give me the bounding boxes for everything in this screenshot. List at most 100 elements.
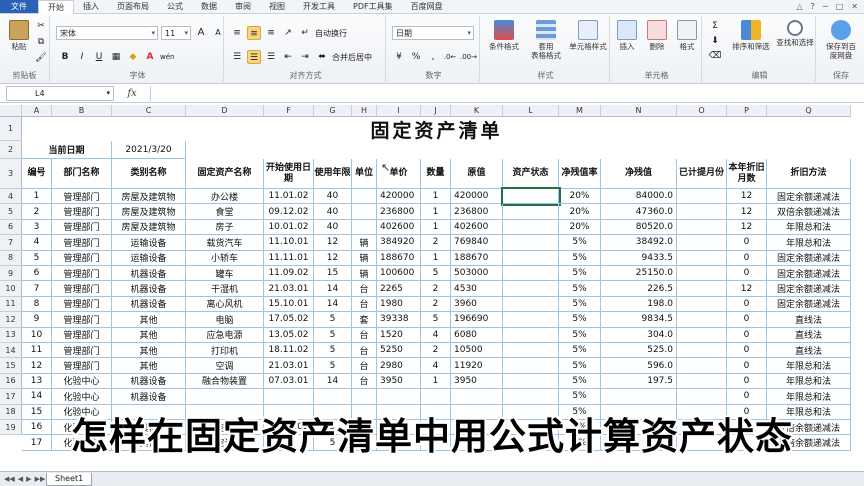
column-header[interactable]: F <box>264 105 314 117</box>
column-header[interactable]: D <box>186 105 264 117</box>
table-cell[interactable] <box>451 389 503 405</box>
table-cell[interactable] <box>503 373 559 390</box>
table-cell[interactable]: 11.11.01 <box>264 250 314 266</box>
table-cell[interactable] <box>503 296 559 313</box>
table-cell[interactable]: 2 <box>421 296 451 313</box>
fill-icon[interactable]: ⬇ <box>708 34 722 48</box>
table-cell[interactable]: 管理部门 <box>52 296 112 313</box>
table-cell[interactable]: 3960 <box>451 296 503 313</box>
table-cell[interactable]: 0 <box>727 358 767 374</box>
clear-icon[interactable]: ⌫ <box>708 49 722 63</box>
tab-6[interactable]: 审阅 <box>226 0 260 13</box>
table-cell[interactable]: 其他 <box>112 312 186 328</box>
table-cell[interactable] <box>677 343 727 359</box>
table-cell[interactable]: 20% <box>559 204 601 220</box>
decrease-indent-icon[interactable]: ⇤ <box>281 50 295 64</box>
table-cell[interactable]: 直线法 <box>767 327 851 343</box>
align-bottom-icon[interactable]: ≡ <box>264 26 278 40</box>
table-cell[interactable]: 12 <box>727 189 767 205</box>
table-cell[interactable]: 空调 <box>186 358 264 374</box>
table-cell[interactable] <box>677 296 727 313</box>
table-cell[interactable]: 管理部门 <box>52 235 112 251</box>
table-cell[interactable]: 5 <box>421 266 451 282</box>
table-cell[interactable] <box>186 389 264 405</box>
table-cell[interactable] <box>503 312 559 328</box>
table-cell[interactable]: 39338 <box>377 312 421 328</box>
window-control-1[interactable]: ? <box>811 2 815 11</box>
row-header[interactable]: 17 <box>0 389 22 405</box>
tab-3[interactable]: 页面布局 <box>108 0 158 13</box>
table-cell[interactable]: 其他 <box>112 358 186 374</box>
select-all-corner[interactable] <box>0 105 22 117</box>
table-cell[interactable] <box>677 219 727 236</box>
table-cell[interactable]: 机器设备 <box>112 266 186 282</box>
table-cell[interactable]: 420000 <box>377 189 421 205</box>
table-cell[interactable] <box>377 389 421 405</box>
table-cell[interactable]: 12 <box>727 281 767 297</box>
table-cell[interactable]: 5 <box>314 327 352 343</box>
table-header-cell[interactable]: 部门名称 <box>52 159 112 189</box>
row-header[interactable]: 15 <box>0 358 22 374</box>
column-header[interactable]: O <box>677 105 727 117</box>
table-cell[interactable]: 8 <box>22 296 52 313</box>
table-cell[interactable] <box>677 189 727 205</box>
table-header-cell[interactable]: 开始使用日期 <box>264 159 314 189</box>
table-cell[interactable]: 0 <box>727 373 767 390</box>
table-cell[interactable] <box>677 235 727 251</box>
table-cell[interactable]: 电脑 <box>186 312 264 328</box>
row-header[interactable]: 10 <box>0 281 22 297</box>
grow-font-button[interactable]: A <box>194 26 208 40</box>
phonetic-button[interactable]: wén <box>160 50 174 64</box>
cut-icon[interactable]: ✂ <box>34 19 48 33</box>
table-cell[interactable] <box>314 389 352 405</box>
table-cell[interactable]: 9834.5 <box>601 312 677 328</box>
column-header[interactable]: P <box>727 105 767 117</box>
column-header[interactable]: Q <box>767 105 851 117</box>
table-cell[interactable]: 14 <box>314 281 352 297</box>
tab-9[interactable]: PDF工具集 <box>344 0 402 13</box>
table-header-cell[interactable]: 折旧方法 <box>767 159 851 189</box>
table-header-cell[interactable]: 使用年限 <box>314 159 352 189</box>
cell-styles-button[interactable]: 单元格样式 <box>568 18 608 64</box>
table-cell[interactable]: 10.01.02 <box>264 219 314 236</box>
table-cell[interactable]: 402600 <box>451 219 503 236</box>
row-header[interactable]: 6 <box>0 219 22 236</box>
table-cell[interactable]: 固定余额递减法 <box>767 296 851 313</box>
table-cell[interactable]: 4 <box>421 327 451 343</box>
table-cell[interactable] <box>677 358 727 374</box>
table-cell[interactable]: 596.0 <box>601 358 677 374</box>
table-header-cell[interactable]: 净残值 <box>601 159 677 189</box>
table-cell[interactable]: 0 <box>727 250 767 266</box>
table-cell[interactable]: 管理部门 <box>52 204 112 220</box>
table-cell[interactable] <box>264 389 314 405</box>
table-cell[interactable]: 打印机 <box>186 343 264 359</box>
merge-center-icon[interactable]: ⬌ <box>315 50 329 64</box>
table-cell[interactable]: 5250 <box>377 343 421 359</box>
table-cell[interactable]: 机器设备 <box>112 373 186 390</box>
table-cell[interactable]: 5 <box>22 250 52 266</box>
table-cell[interactable]: 197.5 <box>601 373 677 390</box>
table-cell[interactable]: 4530 <box>451 281 503 297</box>
table-cell[interactable]: 应急电源 <box>186 327 264 343</box>
table-cell[interactable]: 1 <box>22 189 52 205</box>
align-center-icon[interactable]: ☰ <box>247 50 261 64</box>
table-cell[interactable]: 固定余额递减法 <box>767 266 851 282</box>
table-cell[interactable] <box>503 266 559 282</box>
table-cell[interactable]: 420000 <box>451 189 503 205</box>
border-icon[interactable]: ▦ <box>109 50 123 64</box>
table-cell[interactable]: 年限总和法 <box>767 219 851 236</box>
table-cell[interactable]: 离心风机 <box>186 296 264 313</box>
table-cell[interactable]: 2 <box>22 204 52 220</box>
table-cell[interactable]: 9 <box>22 312 52 328</box>
table-cell[interactable]: 17.05.02 <box>264 312 314 328</box>
table-cell[interactable]: 食堂 <box>186 204 264 220</box>
table-cell[interactable]: 2265 <box>377 281 421 297</box>
table-cell[interactable] <box>677 266 727 282</box>
increase-indent-icon[interactable]: ⇥ <box>298 50 312 64</box>
table-cell[interactable]: 台 <box>352 327 377 343</box>
window-control-0[interactable]: △ <box>797 2 803 11</box>
table-cell[interactable]: 1 <box>421 373 451 390</box>
table-cell[interactable]: 12 <box>727 204 767 220</box>
table-cell[interactable] <box>503 250 559 266</box>
table-cell[interactable] <box>503 281 559 297</box>
